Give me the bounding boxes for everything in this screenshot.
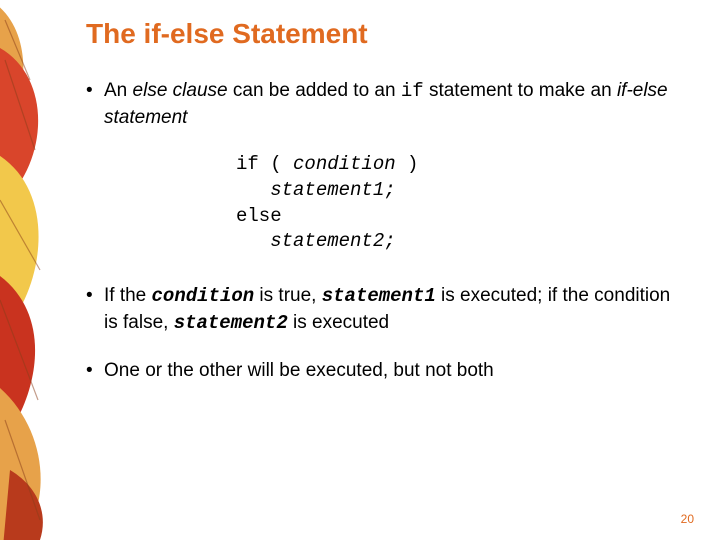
bullet-2: If the condition is true, statement1 is … (86, 283, 686, 336)
text: statement to make an (424, 80, 617, 101)
text: is executed (288, 312, 389, 333)
code-block: if ( condition ) statement1; else statem… (236, 152, 686, 255)
slide-title: The if-else Statement (86, 18, 686, 50)
code-statement2: statement2 (174, 312, 288, 334)
code-condition: condition (293, 153, 396, 175)
bullet-3: One or the other will be executed, but n… (86, 358, 686, 384)
code-indent (236, 179, 270, 201)
slide-content: The if-else Statement An else clause can… (86, 18, 686, 406)
code-indent (236, 230, 270, 252)
code-if: if (401, 80, 424, 102)
bullet-list: An else clause can be added to an if sta… (86, 78, 686, 130)
code-statement1: statement1; (270, 179, 395, 201)
bullet-1: An else clause can be added to an if sta… (86, 78, 686, 130)
code-condition: condition (152, 285, 255, 307)
leaves-illustration (0, 0, 72, 540)
sidebar-decorative-leaves (0, 0, 72, 540)
code-text: if ( (236, 153, 293, 175)
term-else-clause: else clause (133, 80, 228, 101)
code-statement2: statement2; (270, 230, 395, 252)
code-else: else (236, 205, 282, 227)
page-number: 20 (681, 512, 694, 526)
text: If the (104, 285, 152, 306)
code-statement1: statement1 (322, 285, 436, 307)
text: can be added to an (228, 80, 401, 101)
text: An (104, 80, 133, 101)
text: is true, (254, 285, 322, 306)
bullet-list-2: If the condition is true, statement1 is … (86, 283, 686, 384)
code-text: ) (396, 153, 419, 175)
